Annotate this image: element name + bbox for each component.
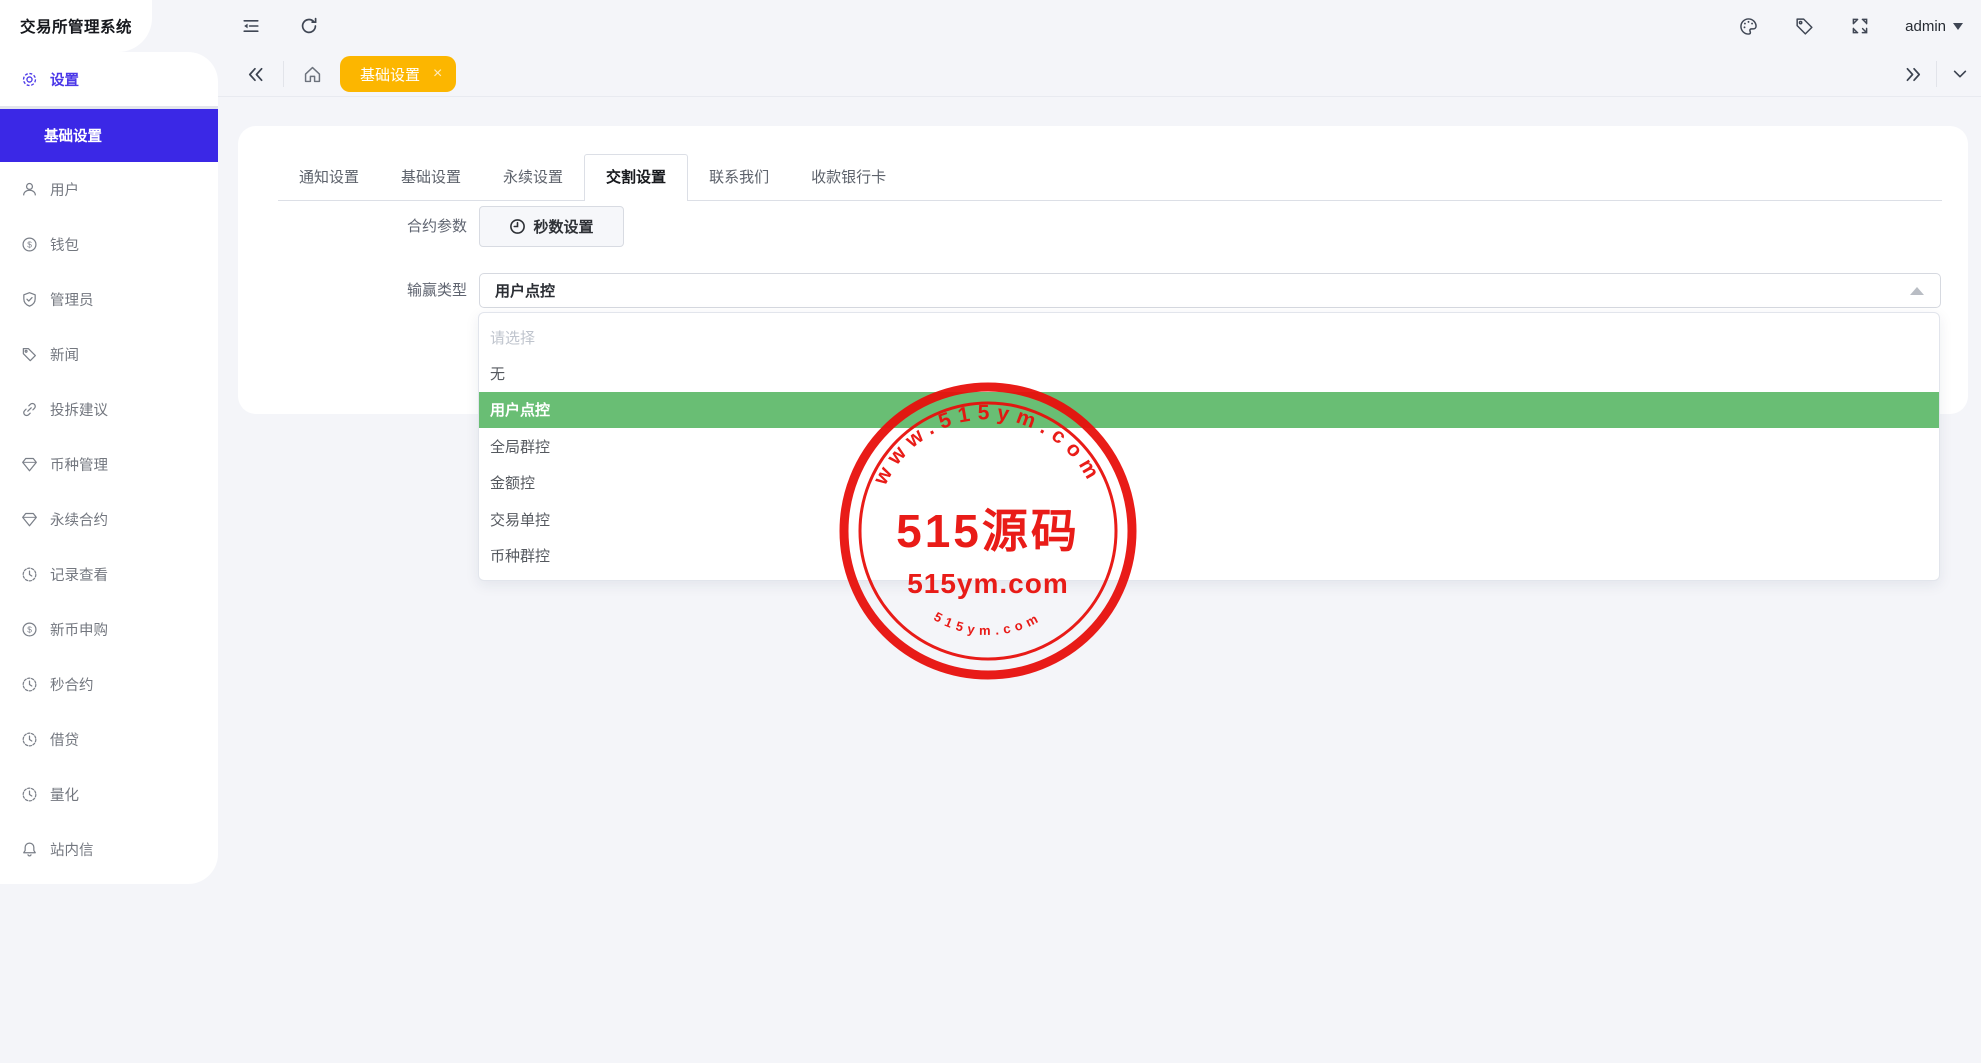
tags-bar-divider <box>283 61 284 87</box>
sidebar-item-new-coin-subscription[interactable]: $ 新币申购 <box>0 602 218 657</box>
sidebar-item-feedback[interactable]: 投拆建议 <box>0 382 218 437</box>
history-clock-icon <box>21 731 38 748</box>
gem-icon <box>21 456 38 473</box>
logo-block: 交易所管理系统 <box>0 0 152 52</box>
theme-palette-icon[interactable] <box>1737 15 1759 37</box>
win-type-dropdown-panel: 请选择 无 用户点控 全局群控 金额控 交易单控 币种群控 <box>478 312 1940 581</box>
tag-close-icon[interactable]: × <box>433 66 442 82</box>
sidebar-subitem-label: 基础设置 <box>44 125 102 146</box>
sidebar-item-admins[interactable]: 管理员 <box>0 272 218 327</box>
sidebar-item-news[interactable]: 新闻 <box>0 327 218 382</box>
contract-param-label: 合约参数 <box>238 206 467 247</box>
collapse-right-icon[interactable] <box>1902 63 1924 85</box>
sidebar-item-messages[interactable]: 站内信 <box>0 822 218 877</box>
sidebar-item-label: 秒合约 <box>50 674 94 695</box>
menu-fold-icon[interactable] <box>240 15 262 37</box>
tags-row-divider <box>218 96 1981 97</box>
win-type-label: 输赢类型 <box>238 273 467 308</box>
sidebar-item-label: 钱包 <box>50 234 79 255</box>
sidebar-item-label: 新币申购 <box>50 619 108 640</box>
tags-bar-right-divider <box>1936 61 1937 87</box>
sidebar-item-records[interactable]: 记录查看 <box>0 547 218 602</box>
active-tag-pill[interactable]: 基础设置 × <box>340 56 456 92</box>
refresh-icon[interactable] <box>298 15 320 37</box>
seconds-settings-button-label: 秒数设置 <box>533 216 593 237</box>
option-amount-control[interactable]: 金额控 <box>479 465 1939 501</box>
svg-text:$: $ <box>27 240 32 250</box>
dollar-circle-icon: $ <box>21 236 38 253</box>
stamp-arc-bottom-text: 515ym.com <box>931 609 1044 638</box>
sidebar-subitem-basic-settings[interactable]: 基础设置 <box>0 109 218 162</box>
home-icon[interactable] <box>301 63 323 85</box>
tag-icon[interactable] <box>1793 15 1815 37</box>
gear-icon <box>21 71 38 88</box>
app-title: 交易所管理系统 <box>0 15 132 37</box>
sidebar-item-settings[interactable]: 设置 <box>0 52 218 106</box>
dollar-circle-icon: $ <box>21 621 38 638</box>
sidebar-item-label: 永续合约 <box>50 509 108 530</box>
tags-bar: 基础设置 × <box>244 52 456 96</box>
gem-icon <box>21 511 38 528</box>
sidebar-item-label: 投拆建议 <box>50 399 108 420</box>
tags-bar-right <box>1902 52 1971 96</box>
history-clock-icon <box>21 676 38 693</box>
sidebar-item-lending[interactable]: 借贷 <box>0 712 218 767</box>
sidebar-item-label: 用户 <box>50 179 79 200</box>
admin-caret-icon <box>1953 23 1963 30</box>
sidebar-item-label: 量化 <box>50 784 79 805</box>
sidebar-item-coin-management[interactable]: 币种管理 <box>0 437 218 492</box>
admin-username: admin <box>1905 18 1946 35</box>
option-none[interactable]: 无 <box>479 355 1939 391</box>
sidebar-item-label: 设置 <box>50 69 79 90</box>
topbar-left <box>240 15 320 37</box>
seconds-settings-button[interactable]: 秒数设置 <box>479 206 624 247</box>
fullscreen-icon[interactable] <box>1849 15 1871 37</box>
history-clock-icon <box>21 786 38 803</box>
sidebar: 设置 基础设置 用户 $ 钱包 管理员 <box>0 52 218 884</box>
admin-dropdown[interactable]: admin <box>1905 18 1963 35</box>
sidebar-item-label: 币种管理 <box>50 454 108 475</box>
sidebar-item-perpetual-contracts[interactable]: 永续合约 <box>0 492 218 547</box>
settings-tabbar: 通知设置 基础设置 永续设置 交割设置 联系我们 收款银行卡 <box>278 154 1942 201</box>
option-coin-group-control[interactable]: 币种群控 <box>479 537 1939 573</box>
win-type-select[interactable]: 用户点控 <box>479 273 1941 308</box>
option-placeholder: 请选择 <box>479 319 1939 355</box>
tab-basic-settings[interactable]: 基础设置 <box>380 155 482 200</box>
sidebar-item-quant[interactable]: 量化 <box>0 767 218 822</box>
sidebar-item-label: 记录查看 <box>50 564 108 585</box>
sidebar-item-label: 借贷 <box>50 729 79 750</box>
user-icon <box>21 181 38 198</box>
link-icon <box>21 401 38 418</box>
clock-icon <box>509 218 526 235</box>
tag-icon <box>21 346 38 363</box>
sidebar-item-label: 站内信 <box>50 839 94 860</box>
svg-text:515ym.com: 515ym.com <box>931 609 1044 638</box>
option-user-point-control[interactable]: 用户点控 <box>479 392 1939 428</box>
sidebar-item-wallet[interactable]: $ 钱包 <box>0 217 218 272</box>
svg-text:$: $ <box>27 625 32 635</box>
sidebar-item-second-contract[interactable]: 秒合约 <box>0 657 218 712</box>
sidebar-item-users[interactable]: 用户 <box>0 162 218 217</box>
collapse-left-icon[interactable] <box>244 63 266 85</box>
shield-check-icon <box>21 291 38 308</box>
tab-contact-us[interactable]: 联系我们 <box>688 155 790 200</box>
history-clock-icon <box>21 566 38 583</box>
tab-notification-settings[interactable]: 通知设置 <box>278 155 380 200</box>
caret-up-icon <box>1910 287 1924 295</box>
tab-delivery-settings[interactable]: 交割设置 <box>584 154 688 201</box>
bell-icon <box>21 841 38 858</box>
win-type-select-value: 用户点控 <box>480 280 555 301</box>
option-global-group-control[interactable]: 全局群控 <box>479 428 1939 464</box>
active-tag-label: 基础设置 <box>360 64 420 85</box>
option-trade-order-control[interactable]: 交易单控 <box>479 501 1939 537</box>
sidebar-item-label: 新闻 <box>50 344 79 365</box>
tab-bank-cards[interactable]: 收款银行卡 <box>790 155 907 200</box>
chevron-down-icon[interactable] <box>1949 63 1971 85</box>
topbar-right: admin <box>1737 15 1963 37</box>
tab-perpetual-settings[interactable]: 永续设置 <box>482 155 584 200</box>
sidebar-item-label: 管理员 <box>50 289 94 310</box>
